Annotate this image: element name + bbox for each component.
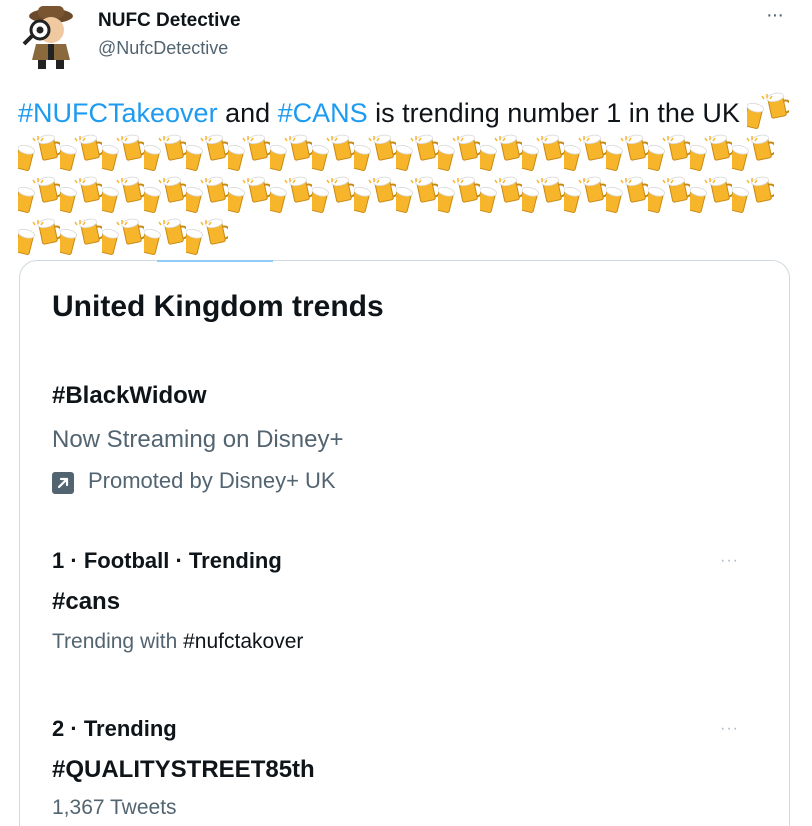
- beer-mug-emoji: [102, 218, 144, 256]
- trend-detail: Trending with #nufctakover: [52, 630, 303, 654]
- beer-mug-emoji: [564, 176, 606, 214]
- beer-mug-emoji: [60, 218, 102, 256]
- beer-mug-emoji: [690, 134, 732, 172]
- trend-category: Football: [83, 548, 170, 573]
- promoted-trend-hashtag[interactable]: #BlackWidow: [52, 382, 207, 410]
- beer-mug-emoji: [144, 218, 186, 256]
- hashtag-link[interactable]: #CANS: [278, 98, 368, 128]
- trend-hashtag[interactable]: #cans: [52, 588, 120, 616]
- author-name[interactable]: NUFC Detective: [98, 10, 241, 32]
- beer-mug-emoji: [438, 134, 480, 172]
- trend-separator: ·: [64, 548, 84, 573]
- beer-mug-emoji: [18, 176, 60, 214]
- beer-mug-emoji: [18, 218, 60, 256]
- trend-separator: ·: [169, 548, 189, 573]
- beer-mug-emoji: [228, 176, 270, 214]
- avatar[interactable]: [18, 2, 84, 70]
- trend-separator: ·: [64, 716, 84, 741]
- more-options-button[interactable]: ···: [766, 4, 784, 27]
- beer-mug-emoji: [354, 176, 396, 214]
- trend-more-button[interactable]: ···: [720, 720, 739, 738]
- card-accent-line: [157, 260, 273, 262]
- beer-mug-emoji: [270, 176, 312, 214]
- promoted-arrow-icon: [52, 472, 74, 494]
- beer-mug-emoji: [186, 176, 228, 214]
- beer-mug-emoji: [396, 176, 438, 214]
- trend-context: 1 · Football · Trending: [52, 548, 282, 574]
- trend-hashtag[interactable]: #QUALITYSTREET85th: [52, 756, 315, 784]
- beer-mug-emoji: [312, 134, 354, 172]
- trend-detail-prefix: Trending with: [52, 630, 184, 653]
- trend-context: 2 · Trending: [52, 716, 177, 742]
- beer-mug-emoji: [312, 176, 354, 214]
- hashtag-link[interactable]: #NUFCTakeover: [18, 98, 218, 128]
- author-handle[interactable]: @NufcDetective: [98, 38, 228, 59]
- beer-mug-emoji: [522, 134, 564, 172]
- tweet-text-segment: and: [217, 98, 278, 128]
- beer-mug-emoji: [228, 134, 270, 172]
- trend-tweet-count: 1,367 Tweets: [52, 796, 177, 819]
- beer-mug-emoji: [396, 134, 438, 172]
- trend-rank: 2: [52, 716, 65, 741]
- beer-mug-emoji: [144, 176, 186, 214]
- beer-mug-emoji: [480, 176, 522, 214]
- beer-mug-emoji: [606, 176, 648, 214]
- beer-mug-emoji: [270, 134, 312, 172]
- beer-mug-emoji: [60, 134, 102, 172]
- beer-mug-emoji: [747, 92, 790, 130]
- beer-mug-emoji: [648, 134, 690, 172]
- beer-mug-emoji: [438, 176, 480, 214]
- beer-mug-emoji: [186, 134, 228, 172]
- beer-mug-emoji: [606, 134, 648, 172]
- trend-more-button[interactable]: ···: [720, 552, 739, 570]
- tweet-text: #NUFCTakeover and #CANS is trending numb…: [18, 92, 798, 260]
- beer-mug-emoji: [102, 134, 144, 172]
- tweet-text-segment: is trending number 1 in the UK: [367, 98, 748, 128]
- promoted-by-label[interactable]: Promoted by Disney+ UK: [88, 468, 336, 494]
- promoted-trend-subtitle: Now Streaming on Disney+: [52, 426, 344, 453]
- beer-mug-emoji: [18, 134, 60, 172]
- beer-mug-emoji: [690, 176, 732, 214]
- beer-mug-emoji: [480, 134, 522, 172]
- beer-mug-emoji: [648, 176, 690, 214]
- beer-mug-emoji: [522, 176, 564, 214]
- beer-mug-emoji: [732, 176, 774, 214]
- trend-status: Trending: [83, 716, 177, 741]
- beer-mug-emoji: [354, 134, 396, 172]
- beer-mug-emoji: [564, 134, 606, 172]
- trend-rank: 1: [52, 548, 65, 573]
- beer-mug-emoji: [60, 176, 102, 214]
- beer-mug-emoji: [732, 134, 774, 172]
- beer-mug-emoji: [102, 176, 144, 214]
- trends-card-title: United Kingdom trends: [52, 290, 384, 323]
- beer-mug-emoji: [144, 134, 186, 172]
- tweet-screenshot: NUFC Detective @NufcDetective ··· #NUFCT…: [0, 0, 812, 826]
- trend-status: Trending: [188, 548, 282, 573]
- trend-detail-tag[interactable]: #nufctakover: [183, 630, 303, 653]
- beer-mug-emoji: [186, 218, 228, 256]
